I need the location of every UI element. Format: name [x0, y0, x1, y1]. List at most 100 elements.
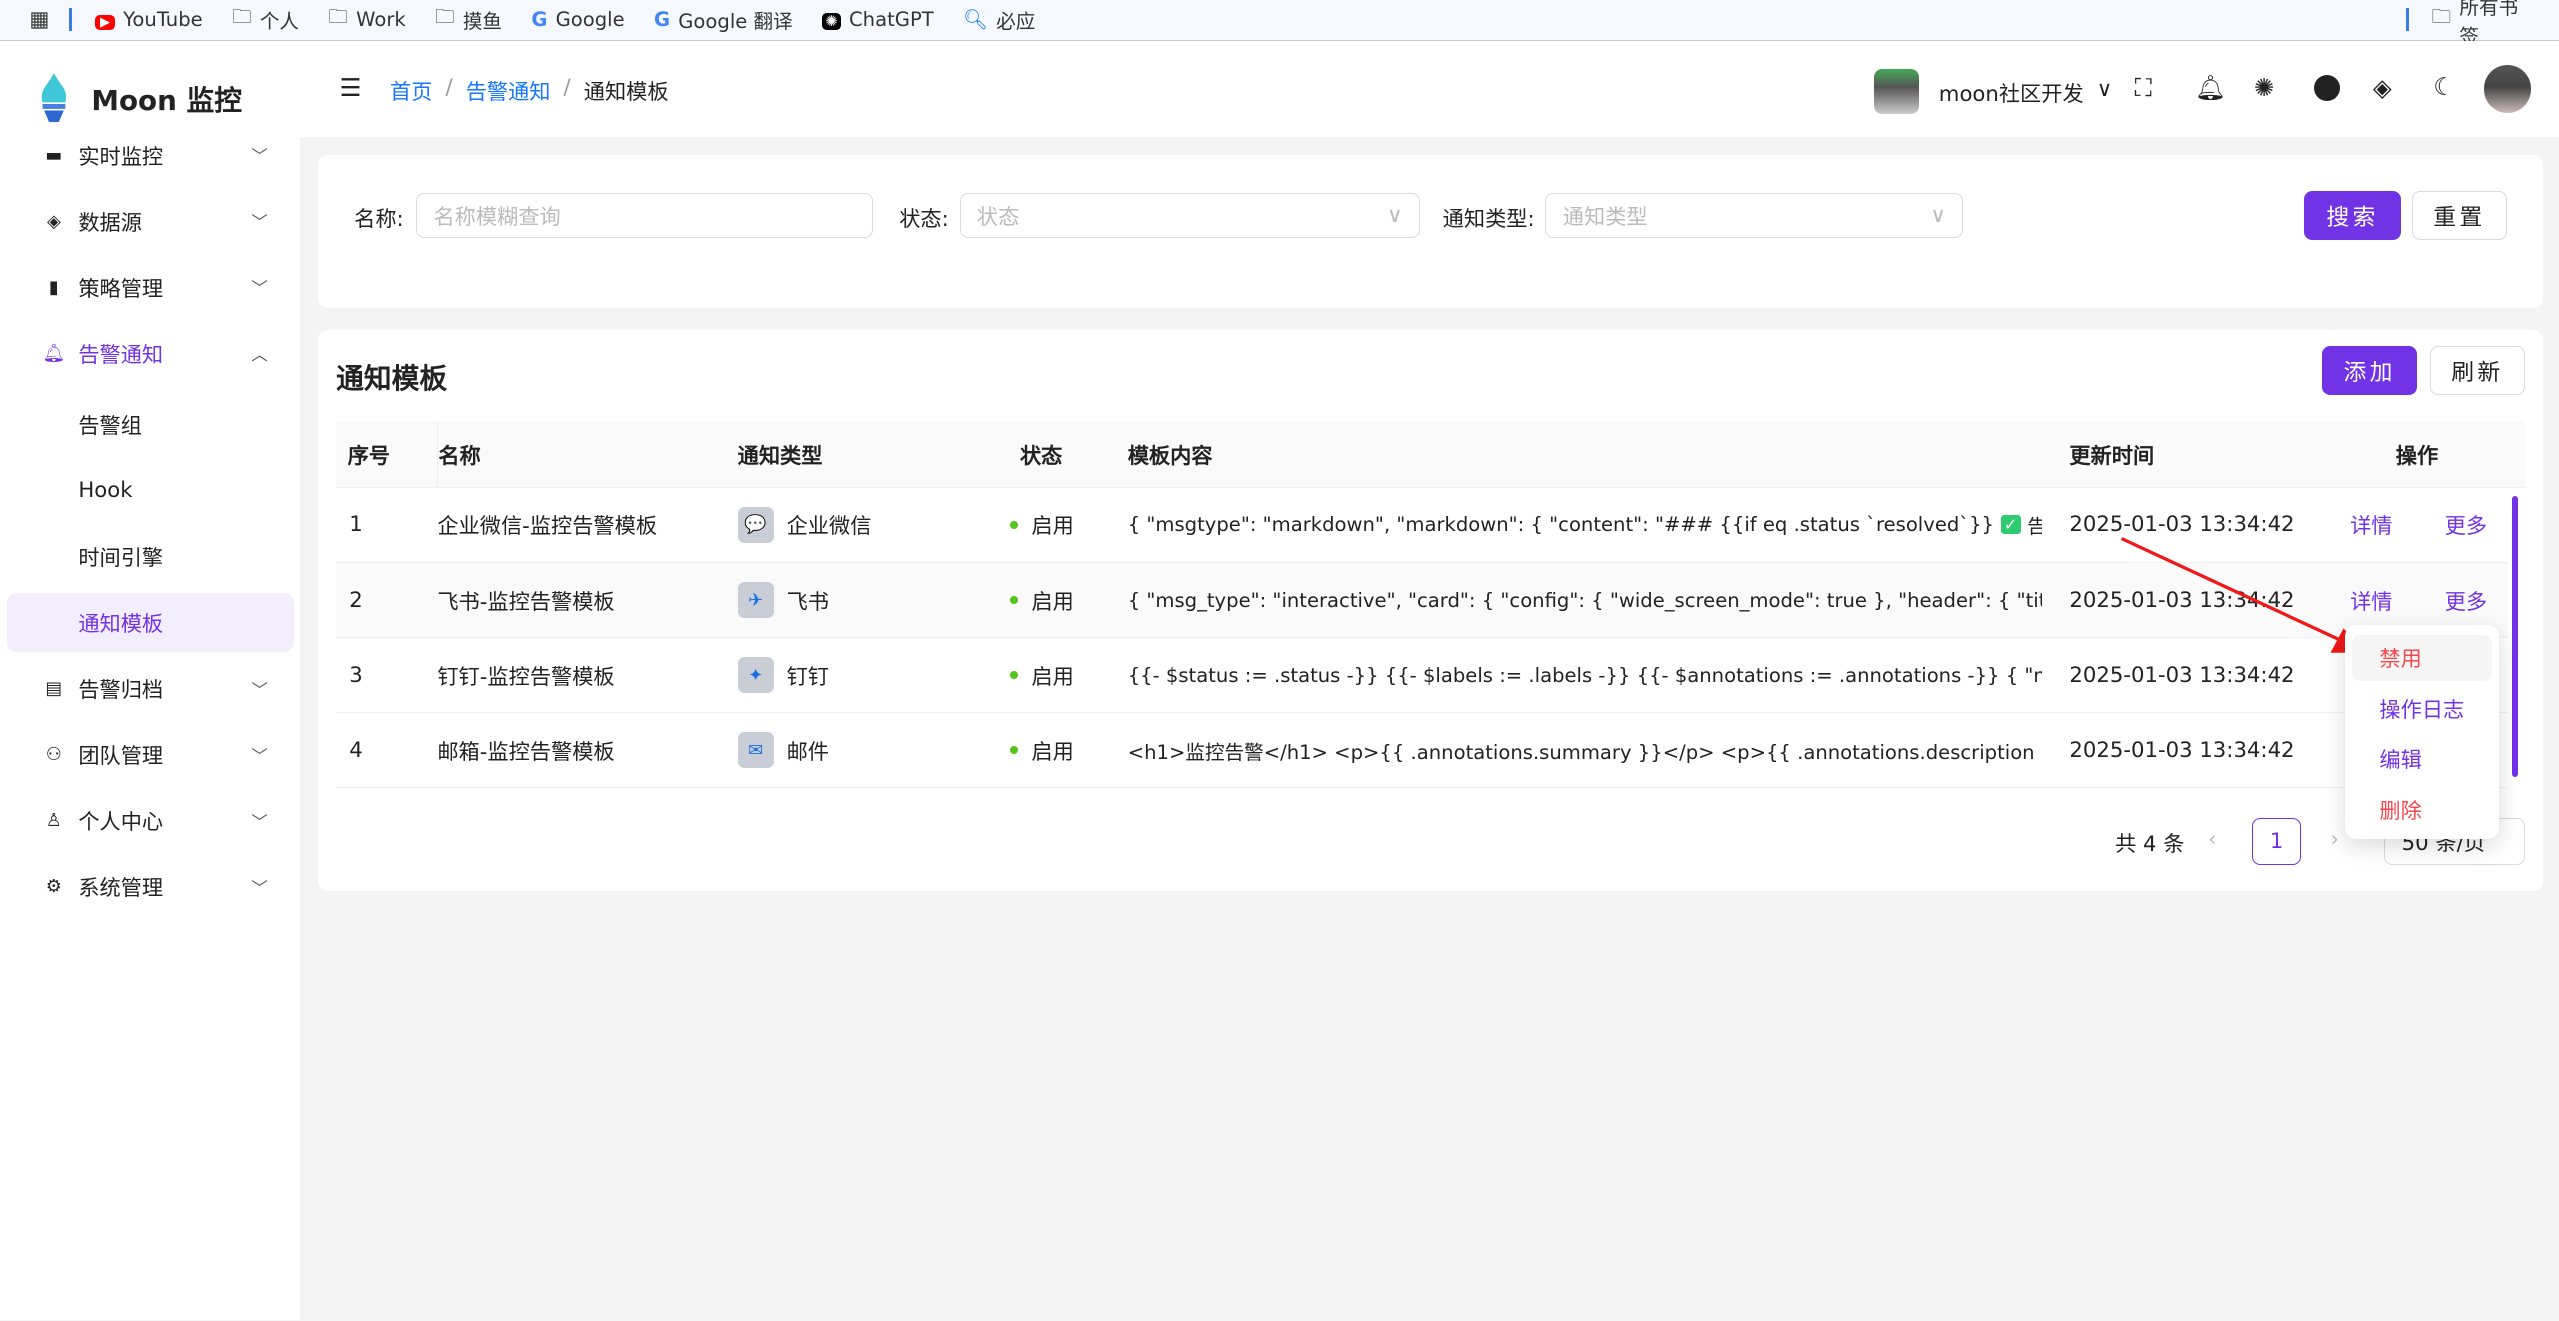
user-icon: ♙ — [45, 810, 62, 832]
archive-icon: ▤ — [45, 678, 63, 700]
logo[interactable]: Moon 监控 — [36, 73, 242, 123]
sidebar-item-4[interactable]: ▤ 告警归档 ﹀ — [0, 659, 300, 718]
name-search-input[interactable]: 名称模糊查询 — [416, 192, 874, 239]
dropdown-item-2[interactable]: 编辑 — [2352, 736, 2492, 782]
notify-type-icon: ✦ — [737, 657, 774, 694]
refresh-button[interactable]: 刷新 — [2430, 345, 2525, 395]
table-row[interactable]: 3 钉钉-监控告警模板 ✦ 钉钉 启用 {{- $status := .statu… — [336, 638, 2509, 714]
chevron-down-icon: ﹀ — [251, 147, 268, 167]
more-link[interactable]: 更多 — [2445, 488, 2487, 562]
sidebar-subitem-3[interactable]: 通知模板 — [6, 593, 294, 652]
sidebar-item-7[interactable]: ⚙ 系统管理 ﹀ — [0, 858, 300, 917]
status-dot — [1010, 595, 1019, 605]
next-page-icon[interactable]: › — [2330, 827, 2338, 852]
fullscreen-icon[interactable]: ⛶ — [2135, 73, 2152, 102]
breadcrumb-alarm-notify[interactable]: 告警通知 — [466, 75, 551, 106]
notify-type-icon: 💬 — [737, 507, 774, 543]
bell-icon: 🔔︎ — [42, 342, 66, 364]
notify-type-select[interactable]: 通知类型 ∨ — [1545, 192, 1964, 239]
google-translate-icon: G — [654, 8, 671, 32]
gear-icon: ⚙ — [45, 876, 62, 898]
dropdown-item-0[interactable]: 禁用 — [2351, 634, 2493, 681]
table-title: 通知模板 — [336, 361, 448, 395]
reset-button[interactable]: 重置 — [2412, 190, 2507, 240]
search-icon: 🔍︎ — [963, 8, 988, 32]
bookmark-item[interactable]: 🗀 个人 — [232, 3, 299, 36]
dropdown-item-3[interactable]: 删除 — [2352, 787, 2492, 833]
team-switcher[interactable]: moon社区开发 ∨ — [1939, 77, 2112, 108]
breadcrumb-current: 通知模板 — [583, 80, 669, 106]
divider — [2405, 8, 2409, 32]
chevron-down-icon: ﹀ — [251, 680, 268, 700]
bookmarks-bar: ▦ ▶ YouTube 🗀 个人 🗀 Work 🗀 摸鱼 G Google G Google 翻译 ✺ C… — [0, 0, 2559, 48]
breadcrumb-home[interactable]: 首页 — [390, 75, 432, 106]
collapse-menu-icon[interactable]: ☰ — [339, 73, 361, 102]
folder-icon: 🗀 — [232, 5, 252, 29]
layers-icon: ◈ — [46, 210, 61, 232]
openai-icon[interactable]: ✺ — [2254, 73, 2275, 102]
detail-link[interactable]: 详情 — [2350, 488, 2392, 562]
chevron-down-icon: ﹀ — [251, 878, 268, 898]
top-header: ☰ 首页 / 告警通知 / 通知模板 moon社区开发 ∨ ⛶ 🔔︎ ✺ ◈ ☾ — [300, 40, 2559, 138]
sidebar-subitem-0[interactable]: 告警组 — [7, 395, 294, 454]
chevron-down-icon: ﹀ — [251, 213, 268, 233]
check-icon: ✓ — [2000, 515, 2021, 535]
bookmark-item[interactable]: ✺ ChatGPT — [822, 3, 934, 36]
team-avatar — [1873, 68, 1920, 115]
sidebar-item-3[interactable]: 🔔︎ 告警通知 ︿ — [0, 324, 300, 383]
api-layers-icon[interactable]: ◈ — [2373, 73, 2392, 102]
github-icon[interactable] — [2314, 75, 2341, 102]
moon-icon[interactable]: ☾ — [2433, 72, 2455, 101]
status-dot — [1010, 520, 1019, 530]
table-header: 序号 名称 通知类型 状态 模板内容 更新时间 操作 — [336, 421, 2525, 488]
breadcrumb: 首页 / 告警通知 / 通知模板 — [390, 75, 669, 106]
app-root: ▦ ▶ YouTube 🗀 个人 🗀 Work 🗀 摸鱼 G Google G Google 翻译 ✺ C… — [0, 0, 2559, 1321]
monitor-icon: ▬ — [45, 144, 63, 166]
dropdown-item-1[interactable]: 操作日志 — [2352, 685, 2492, 731]
bookmark-item[interactable]: 🔍︎ 必应 — [963, 3, 1035, 36]
scrollbar[interactable] — [2511, 496, 2519, 777]
divider — [69, 8, 73, 32]
bookmark-item[interactable]: 🗀 Work — [328, 3, 405, 36]
sidebar-item-6[interactable]: ♙ 个人中心 ﹀ — [0, 792, 300, 851]
folder-icon: 🗀 — [435, 5, 455, 29]
status-select[interactable]: 状态 ∨ — [959, 192, 1420, 239]
sidebar-item-2[interactable]: ▮ 策略管理 ﹀ — [0, 258, 300, 317]
bell-icon[interactable]: 🔔︎ — [2195, 73, 2226, 102]
page-1[interactable]: 1 — [2252, 817, 2302, 865]
sidebar-item-1[interactable]: ◈ 数据源 ﹀ — [0, 192, 300, 251]
bookmark-item[interactable]: G Google 翻译 — [654, 3, 793, 36]
table-row[interactable]: 1 企业微信-监控告警模板 💬 企业微信 启用 { "msgtype": "mar… — [336, 488, 2509, 564]
sidebar-item-0[interactable]: ▬ 实时监控 ﹀ — [0, 126, 300, 185]
sidebar-item-5[interactable]: ⚇ 团队管理 ﹀ — [0, 725, 300, 784]
folder-icon: 🗀 — [328, 5, 348, 29]
chevron-down-icon: ∨ — [1386, 202, 1403, 228]
status-badge: 启用 — [1031, 739, 1074, 765]
notify-type-icon: ✉ — [737, 732, 774, 769]
sidebar: Moon 监控 ▬ 实时监控 ﹀ ◈ 数据源 ﹀ ▮ 策略管理 ﹀ 🔔︎ 告警通知 ︿ 告警组 Hook 时… — [0, 40, 301, 1321]
apps-icon[interactable]: ▦ — [29, 7, 49, 32]
status-badge: 启用 — [1031, 664, 1074, 690]
bookmark-item[interactable]: G Google — [531, 3, 624, 36]
bookmark-item[interactable]: ▶ YouTube — [95, 3, 203, 36]
sidebar-subitem-1[interactable]: Hook — [7, 461, 294, 520]
user-avatar[interactable] — [2483, 65, 2532, 113]
chevron-down-icon: ∨ — [2096, 76, 2113, 102]
notify-type-icon: ✈ — [737, 582, 774, 618]
sidebar-subitem-2[interactable]: 时间引擎 — [7, 527, 294, 586]
youtube-icon: ▶ — [95, 8, 115, 31]
book-icon: ▮ — [48, 276, 59, 298]
table-row[interactable]: 2 飞书-监控告警模板 ✈ 飞书 启用 { "msg_type": "intera… — [336, 563, 2509, 639]
table-row[interactable]: 4 邮箱-监控告警模板 ✉ 邮件 启用 <h1>监控告警</h1> <p>{{ .… — [336, 713, 2509, 789]
prev-page-icon[interactable]: ‹ — [2208, 827, 2216, 852]
flame-logo-icon — [41, 73, 66, 123]
chatgpt-icon: ✺ — [822, 8, 841, 31]
team-icon: ⚇ — [45, 744, 62, 766]
folder-icon: 🗀 — [2431, 5, 2452, 29]
status-dot — [1010, 671, 1019, 680]
chevron-up-icon: ︿ — [251, 345, 268, 365]
status-badge: 启用 — [1031, 514, 1074, 540]
bookmark-item[interactable]: 🗀 摸鱼 — [435, 3, 502, 36]
add-button[interactable]: 添加 — [2322, 345, 2417, 395]
search-button[interactable]: 搜索 — [2304, 190, 2401, 240]
